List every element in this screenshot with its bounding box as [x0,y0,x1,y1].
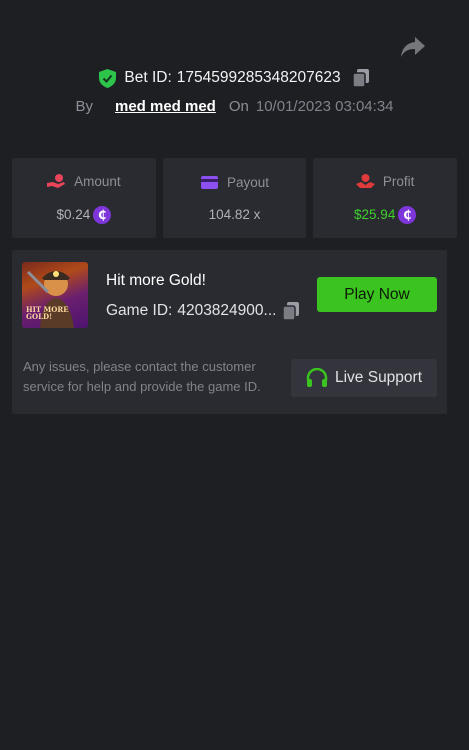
bet-id-row: Bet ID: 1754599285348207623 [0,68,469,88]
coin-icon: ₵ [398,205,417,224]
bet-id-label: Bet ID: [124,69,172,86]
game-id-value: 4203824900... [177,302,277,319]
bet-id-value: 1754599285348207623 [176,69,341,86]
amount-value: $0.24 [56,207,91,222]
hand-coin-icon [47,173,66,188]
game-card: HIT MORE GOLD! Hit more Gold! Game ID: 4… [12,250,447,414]
bet-date: 10/01/2023 03:04:34 [255,98,394,115]
headset-icon [306,368,328,387]
card-icon [200,176,218,189]
payout-value: 104.82 x [208,207,261,222]
stat-amount: Amount $0.24 ₵ [12,158,156,238]
shield-check-icon [99,68,117,88]
game-id-label: Game ID: [106,302,173,319]
game-thumbnail[interactable]: HIT MORE GOLD! [22,262,88,328]
coin-icon: ₵ [93,205,112,224]
stat-payout: Payout 104.82 x [162,158,307,238]
amount-label: Amount [74,173,121,189]
on-label: On [228,98,249,115]
game-title: Hit more Gold! [106,272,206,289]
live-support-label: Live Support [334,369,423,386]
profit-label: Profit [382,173,415,189]
profit-value: $25.94 [354,207,396,222]
thumbnail-title: HIT MORE GOLD! [26,305,69,321]
by-label: By [75,98,93,115]
stats-panel: Amount $0.24 ₵ Payout 104.82 x Profit $2… [12,158,458,238]
stat-profit: Profit $25.94 ₵ [313,158,458,238]
copy-icon[interactable] [351,68,370,88]
payout-label: Payout [226,175,270,190]
play-now-button[interactable]: Play Now [317,277,437,312]
hand-coin-icon [355,173,375,188]
username-link[interactable]: med med med [115,98,216,115]
share-icon[interactable] [400,36,426,58]
author-row: By med med med On 10/01/2023 03:04:34 [0,98,469,115]
support-info-text: Any issues, please contact the customer … [23,359,261,394]
game-id-row: Game ID: 4203824900... [106,301,300,321]
copy-icon[interactable] [282,301,300,321]
live-support-button[interactable]: Live Support [291,359,437,397]
